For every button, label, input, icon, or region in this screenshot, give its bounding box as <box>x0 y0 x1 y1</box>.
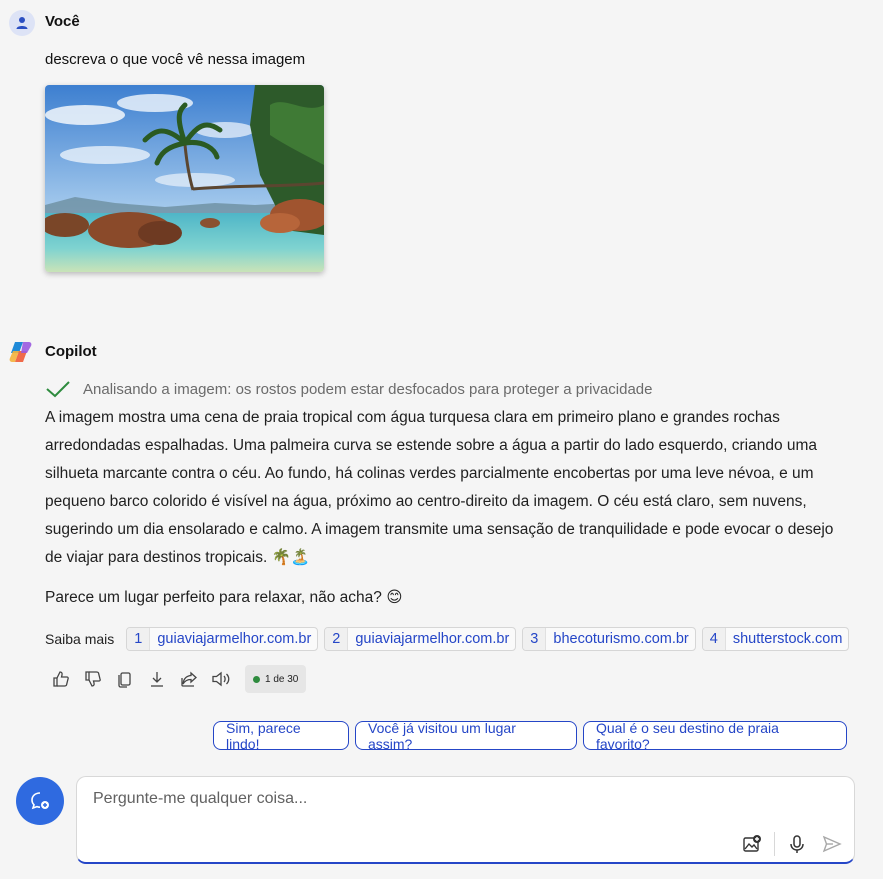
speaker-icon[interactable] <box>211 669 231 689</box>
source-site: bhecoturismo.com.br <box>553 631 689 647</box>
check-icon <box>46 381 70 398</box>
message-actions: 1 de 30 <box>51 665 307 693</box>
source-link[interactable]: 2 guiaviajarmelhor.com.br <box>324 627 517 651</box>
source-site: guiaviajarmelhor.com.br <box>157 631 312 647</box>
assistant-name: Copilot <box>45 343 97 360</box>
sources-row: Saiba mais 1 guiaviajarmelhor.com.br 2 g… <box>45 627 850 651</box>
assistant-answer: A imagem mostra uma cena de praia tropic… <box>45 404 845 612</box>
sources-label: Saiba mais <box>45 631 115 647</box>
microphone-icon[interactable] <box>786 833 808 855</box>
suggestion-chip[interactable]: Você já visitou um lugar assim? <box>355 720 577 752</box>
beach-photo <box>45 85 324 272</box>
new-chat-icon <box>31 792 49 810</box>
response-counter[interactable]: 1 de 30 <box>245 665 307 693</box>
user-message: descreva o que você vê nessa imagem <box>45 51 306 68</box>
attached-image[interactable] <box>45 85 324 272</box>
user-avatar <box>9 10 35 36</box>
share-icon[interactable] <box>179 669 199 689</box>
thumbs-down-icon[interactable] <box>83 669 103 689</box>
source-site: shutterstock.com <box>732 631 843 647</box>
thumbs-up-icon[interactable] <box>51 669 71 689</box>
source-link[interactable]: 1 guiaviajarmelhor.com.br <box>126 627 319 651</box>
source-number: 2 <box>325 628 349 650</box>
copilot-logo <box>8 339 34 365</box>
suggestion-chip[interactable]: Qual é o seu destino de praia favorito? <box>583 720 847 752</box>
user-icon <box>16 17 28 29</box>
source-link[interactable]: 4 shutterstock.com <box>701 627 850 651</box>
download-icon[interactable] <box>147 669 167 689</box>
message-input[interactable] <box>91 789 695 809</box>
source-number: 3 <box>523 628 547 650</box>
source-site: guiaviajarmelhor.com.br <box>355 631 510 647</box>
status-dot <box>253 675 260 683</box>
answer-paragraph: Parece um lugar perfeito para relaxar, n… <box>45 589 403 606</box>
source-link[interactable]: 3 bhecoturismo.com.br <box>522 627 696 651</box>
analysis-status-text: Analisando a imagem: os rostos podem est… <box>83 380 653 398</box>
new-chat-button[interactable] <box>16 777 64 825</box>
image-add-icon[interactable] <box>741 833 763 855</box>
message-composer <box>76 776 855 864</box>
source-number: 4 <box>702 628 726 650</box>
send-icon[interactable] <box>821 833 843 855</box>
answer-paragraph: A imagem mostra uma cena de praia tropic… <box>45 409 834 566</box>
source-number: 1 <box>127 628 151 650</box>
suggestion-chip[interactable]: Sim, parece lindo! <box>213 720 349 752</box>
response-counter-text: 1 de 30 <box>265 673 299 685</box>
copy-icon[interactable] <box>115 669 135 689</box>
toolbar-divider <box>774 832 775 856</box>
user-name: Você <box>45 13 80 30</box>
analysis-status: Analisando a imagem: os rostos podem est… <box>45 379 653 399</box>
